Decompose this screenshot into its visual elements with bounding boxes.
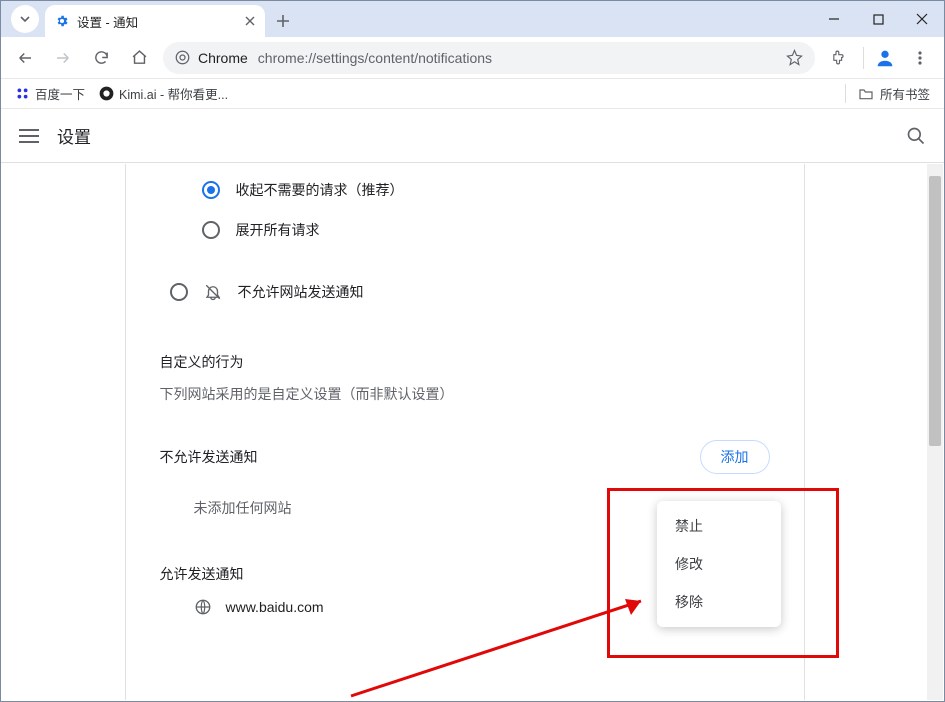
baidu-favicon-icon bbox=[15, 86, 30, 101]
site-context-menu: 禁止 修改 移除 bbox=[657, 501, 781, 627]
scrollbar-thumb[interactable] bbox=[929, 176, 941, 446]
browser-tab-active[interactable]: 设置 - 通知 bbox=[45, 5, 265, 37]
new-tab-button[interactable] bbox=[269, 7, 297, 35]
settings-content-viewport: 收起不需要的请求（推荐） 展开所有请求 不允许网站发送通知 自定义的行为 下列网… bbox=[2, 164, 943, 700]
bookmark-label: 百度一下 bbox=[35, 84, 85, 103]
arrow-right-icon bbox=[54, 49, 72, 67]
allow-section-label: 允许发送通知 bbox=[160, 564, 244, 584]
scrollbar-track[interactable] bbox=[927, 164, 943, 700]
custom-behavior-description: 下列网站采用的是自定义设置（而非默认设置） bbox=[160, 384, 770, 404]
radio-label: 收起不需要的请求（推荐） bbox=[236, 180, 404, 200]
navigation-toolbar: Chrome chrome://settings/content/notific… bbox=[1, 37, 944, 79]
chrome-icon bbox=[175, 50, 190, 65]
tab-title: 设置 - 通知 bbox=[77, 12, 138, 31]
context-menu-remove[interactable]: 移除 bbox=[657, 583, 781, 621]
kebab-icon bbox=[912, 50, 928, 66]
close-icon bbox=[245, 16, 255, 26]
person-icon bbox=[874, 47, 896, 69]
settings-header: 设置 bbox=[1, 109, 944, 163]
back-button[interactable] bbox=[11, 44, 39, 72]
url-scheme-label: Chrome bbox=[198, 50, 248, 66]
home-button[interactable] bbox=[125, 44, 153, 72]
bookmark-baidu[interactable]: 百度一下 bbox=[15, 84, 85, 103]
tab-strip: 设置 - 通知 bbox=[1, 1, 944, 37]
radio-option-block-all[interactable]: 不允许网站发送通知 bbox=[160, 272, 770, 312]
radio-option-collapse[interactable]: 收起不需要的请求（推荐） bbox=[160, 174, 770, 210]
close-window-button[interactable] bbox=[900, 1, 944, 37]
search-icon bbox=[906, 126, 926, 146]
tabs-dropdown-button[interactable] bbox=[11, 5, 39, 33]
bookmark-kimi[interactable]: Kimi.ai - 帮你看更... bbox=[99, 84, 228, 103]
plus-icon bbox=[276, 14, 290, 28]
radio-label: 展开所有请求 bbox=[236, 220, 320, 240]
block-section-label: 不允许发送通知 bbox=[160, 447, 258, 467]
settings-search-button[interactable] bbox=[906, 126, 926, 146]
window-controls bbox=[812, 1, 944, 37]
all-bookmarks-label: 所有书签 bbox=[880, 84, 930, 103]
globe-icon bbox=[194, 598, 212, 616]
maximize-button[interactable] bbox=[856, 1, 900, 37]
radio-icon bbox=[202, 181, 220, 199]
divider bbox=[863, 47, 864, 69]
bell-off-icon bbox=[204, 283, 222, 301]
minimize-icon bbox=[828, 13, 840, 25]
minimize-button[interactable] bbox=[812, 1, 856, 37]
star-icon bbox=[786, 49, 803, 66]
page-title: 设置 bbox=[57, 123, 91, 148]
site-hostname: www.baidu.com bbox=[226, 599, 324, 615]
folder-icon bbox=[858, 86, 874, 102]
bookmark-star-button[interactable] bbox=[786, 49, 803, 66]
reload-icon bbox=[93, 49, 110, 66]
radio-icon bbox=[202, 221, 220, 239]
radio-icon bbox=[170, 283, 188, 301]
maximize-icon bbox=[873, 14, 884, 25]
radio-label: 不允许网站发送通知 bbox=[238, 282, 364, 302]
add-block-site-button[interactable]: 添加 bbox=[700, 440, 770, 474]
extensions-button[interactable] bbox=[825, 44, 853, 72]
custom-behavior-heading: 自定义的行为 bbox=[160, 352, 770, 372]
close-icon bbox=[916, 13, 928, 25]
bookmark-label: Kimi.ai - 帮你看更... bbox=[119, 84, 228, 103]
puzzle-icon bbox=[831, 49, 848, 66]
menu-button[interactable] bbox=[906, 44, 934, 72]
block-section-header: 不允许发送通知 添加 bbox=[160, 440, 770, 474]
context-menu-edit[interactable]: 修改 bbox=[657, 545, 781, 583]
context-menu-block[interactable]: 禁止 bbox=[657, 507, 781, 545]
gear-icon bbox=[55, 14, 69, 28]
kimi-favicon-icon bbox=[99, 86, 114, 101]
settings-menu-button[interactable] bbox=[19, 125, 39, 147]
url-text: chrome://settings/content/notifications bbox=[258, 50, 778, 66]
chevron-down-icon bbox=[19, 13, 31, 25]
reload-button[interactable] bbox=[87, 44, 115, 72]
all-bookmarks-button[interactable]: 所有书签 bbox=[845, 84, 930, 103]
forward-button[interactable] bbox=[49, 44, 77, 72]
arrow-left-icon bbox=[16, 49, 34, 67]
tab-close-button[interactable] bbox=[245, 16, 255, 26]
bookmarks-bar: 百度一下 Kimi.ai - 帮你看更... 所有书签 bbox=[1, 79, 944, 109]
home-icon bbox=[131, 49, 148, 66]
address-bar[interactable]: Chrome chrome://settings/content/notific… bbox=[163, 42, 815, 74]
profile-avatar[interactable] bbox=[874, 47, 896, 69]
radio-option-expand[interactable]: 展开所有请求 bbox=[160, 210, 770, 250]
